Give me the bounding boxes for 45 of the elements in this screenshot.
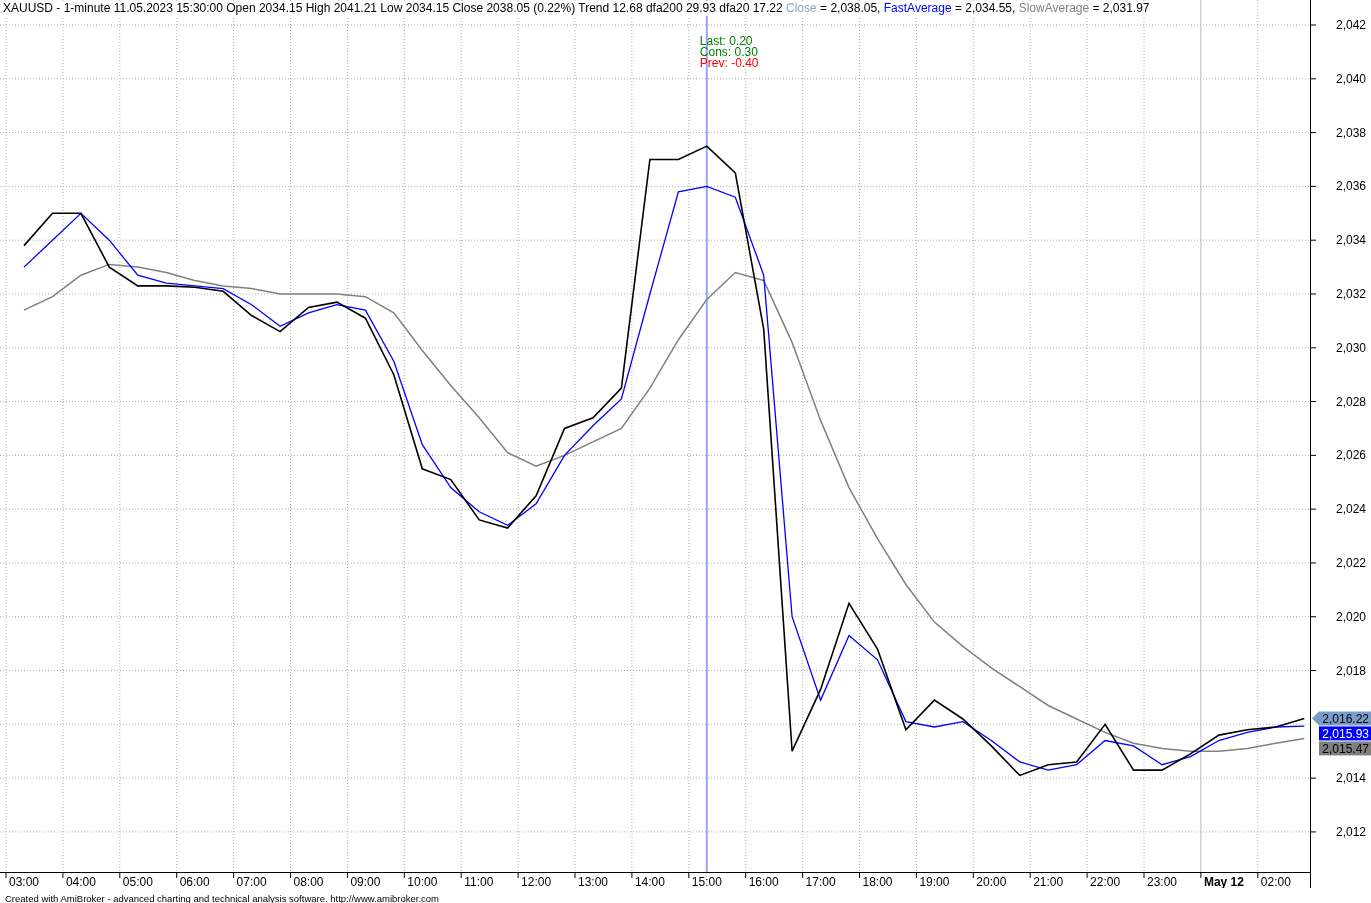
y-axis-label: 2,042 [1335, 18, 1366, 32]
y-axis-label: 2,032 [1335, 287, 1366, 301]
x-axis-label: 17:00 [805, 875, 836, 888]
price-label: 2,015.93 [1319, 726, 1371, 741]
price-label: 2,016.22 [1312, 711, 1371, 726]
x-axis-label: 22:00 [1090, 875, 1121, 888]
x-axis-label: 21:00 [1033, 875, 1064, 888]
y-axis-label: 2,030 [1335, 340, 1366, 355]
y-axis-label: 2,040 [1335, 71, 1366, 86]
y-axis-label: 2,014 [1335, 771, 1366, 786]
x-axis-label: 15:00 [691, 875, 722, 888]
annotation-label: Prev: -0.40 [699, 56, 759, 70]
x-axis-label: 18:00 [862, 875, 893, 888]
annotation-label: Cons: 0.30 [699, 45, 758, 59]
x-axis-label: 06:00 [179, 875, 210, 888]
x-axis-label: 13:00 [578, 875, 609, 888]
annotation-label: Last: 0.20 [699, 34, 753, 48]
y-axis-label: 2,020 [1335, 609, 1366, 624]
y-axis-label: 2,036 [1335, 179, 1366, 194]
x-axis-label: 09:00 [350, 875, 381, 888]
y-axis-label: 2,018 [1335, 663, 1366, 678]
x-axis-label: 10:00 [407, 875, 438, 888]
x-axis-label: 16:00 [748, 875, 779, 888]
y-axis-label: 2,022 [1335, 555, 1366, 570]
y-axis-label: 2,034 [1335, 233, 1366, 248]
y-axis-label: 2,038 [1335, 125, 1366, 140]
y-axis-label: 2,028 [1335, 394, 1366, 409]
x-axis-label: 02:00 [1260, 875, 1291, 888]
x-axis-label: 19:00 [919, 875, 950, 888]
x-axis-label: 07:00 [236, 875, 267, 888]
chart-title: XAUUSD - 1-minute 11.05.2023 15:30:00 Open 2034.15 High 2041.21 Low 2034.15 Close 2038.05 (0.22%) Trend 12.68 dfa200 29.93 dfa20 17.22 Close = 2,038.05, FastAverage = 2,034.55, SlowAverage = 2,031.97 [3, 1, 1150, 16]
y-axis-label: 2,024 [1335, 502, 1366, 517]
x-axis-label: 04:00 [65, 875, 96, 888]
x-axis-label: 08:00 [293, 875, 324, 888]
x-axis-label: 03:00 [9, 875, 40, 888]
x-axis-label: 05:00 [122, 875, 153, 888]
x-axis-label: May 12 [1203, 875, 1244, 888]
y-axis-label: 2,026 [1335, 448, 1366, 463]
price-label: 2,015.47 [1319, 741, 1371, 756]
x-axis-label: 12:00 [521, 875, 552, 888]
x-axis-label: 11:00 [464, 875, 494, 888]
x-axis-label: 14:00 [634, 875, 665, 888]
y-axis-label: 2,012 [1335, 824, 1366, 839]
x-axis-label: 20:00 [976, 875, 1007, 888]
x-axis-label: 23:00 [1147, 875, 1178, 888]
